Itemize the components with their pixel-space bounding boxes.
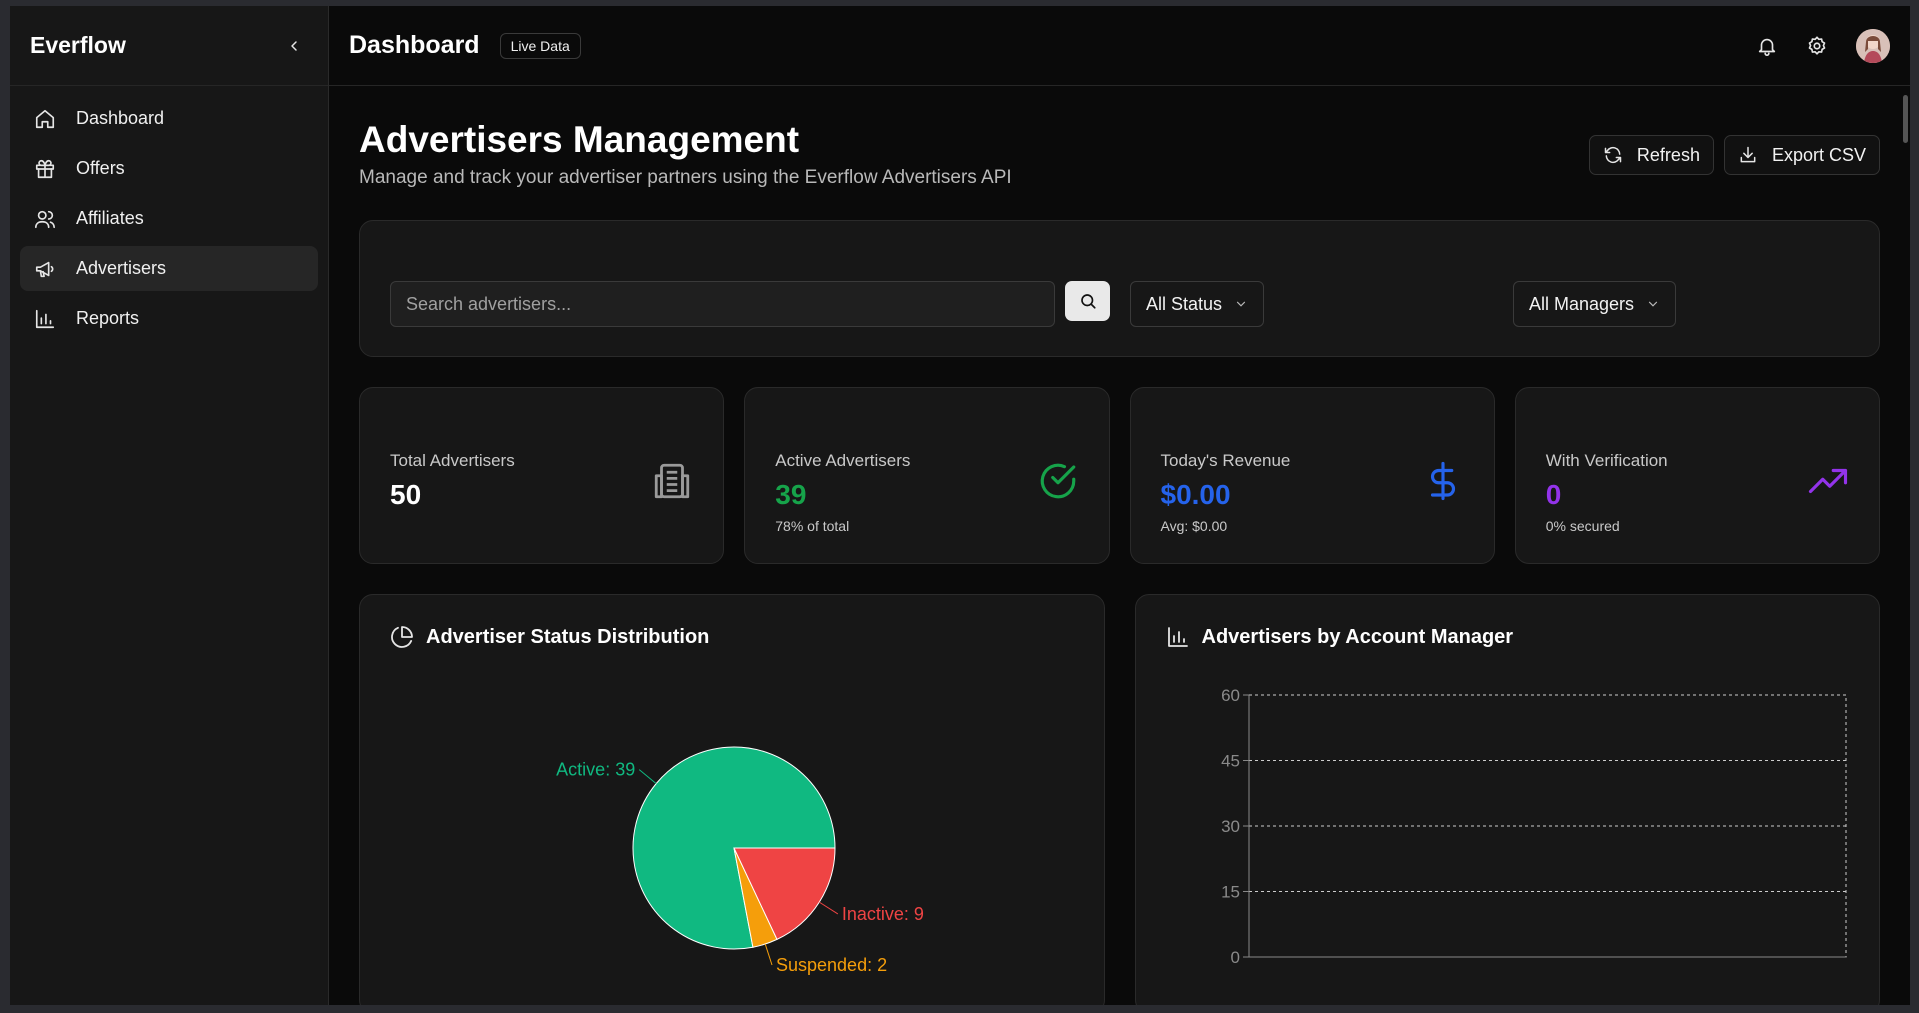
bar-chart: 0 15 30 45 60 (1221, 686, 1846, 967)
stat-value: $0.00 (1160, 479, 1231, 510)
collapse-sidebar-button[interactable] (282, 34, 306, 58)
sidebar-header: Everflow (10, 6, 328, 86)
status-select-value: All Status (1146, 293, 1223, 314)
avatar-image (1856, 28, 1890, 63)
sidebar-item-offers[interactable]: Offers (20, 146, 318, 191)
pie-label: Inactive: 9 (842, 904, 924, 924)
dollar-icon (1430, 461, 1455, 501)
stat-sub: Avg: $0.00 (1160, 518, 1228, 534)
pie-label-line (764, 943, 773, 966)
stat-card-total: Total Advertisers 50 (359, 387, 725, 564)
sidebar-item-advertisers[interactable]: Advertisers (20, 246, 318, 291)
sidebar-item-dashboard[interactable]: Dashboard (20, 96, 318, 141)
building-icon (655, 463, 690, 499)
sidebar-item-label: Affiliates (76, 208, 144, 228)
chevron-down-icon (1236, 301, 1246, 307)
export-label: Export CSV (1771, 144, 1866, 165)
sidebar-item-label: Offers (76, 158, 125, 178)
plot-area-border (1248, 694, 1846, 958)
stat-value: 39 (775, 479, 807, 510)
main-area: Dashboard Live Data Advertisers Manageme… (329, 6, 1910, 1005)
stat-card-revenue: Today's Revenue $0.00 Avg: $0.00 (1129, 387, 1495, 564)
y-tick-label: 30 (1221, 817, 1240, 836)
pie-label: Suspended: 2 (776, 955, 887, 975)
megaphone-icon (35, 261, 54, 277)
y-tick-label: 60 (1221, 686, 1240, 705)
pie-chart-card: Active: 39 Suspended: 2 Inactive: 9 Advert… (359, 594, 1105, 1005)
sidebar-item-affiliates[interactable]: Affiliates (20, 196, 318, 241)
avatar[interactable] (1856, 28, 1890, 63)
settings-button[interactable] (1806, 35, 1828, 57)
search-icon (1080, 294, 1096, 309)
download-icon (1740, 146, 1756, 163)
stat-sub: 78% of total (775, 518, 850, 534)
pie-label: Active: 39 (556, 760, 635, 780)
status-select[interactable]: All Status (1130, 281, 1265, 327)
bar-chart-title: Advertisers by Account Manager (1166, 625, 1514, 649)
charts-row: Active: 39 Suspended: 2 Inactive: 9 Advert… (359, 594, 1880, 1005)
app-window: Everflow Dashboard Offers Affiliates Adv… (10, 6, 1910, 1005)
sidebar-nav: Dashboard Offers Affiliates Advertisers … (10, 86, 328, 356)
stat-label: With Verification (1545, 451, 1668, 470)
users-icon (35, 210, 55, 228)
trending-up-icon (1808, 468, 1848, 494)
stat-card-active: Active Advertisers 39 78% of total (744, 387, 1110, 564)
bar-chart-card: 0 15 30 45 60 Advertisers by Account Manager (1134, 594, 1880, 1005)
bell-icon (1758, 38, 1776, 56)
chevron-left-icon (291, 40, 297, 51)
manager-select[interactable]: All Managers (1513, 281, 1677, 327)
pie-chart-title-text: Advertiser Status Distribution (426, 625, 710, 648)
pie-chart: Active: 39 Suspended: 2 Inactive: 9 (556, 746, 924, 975)
y-tick-label: 0 (1230, 948, 1239, 967)
home-icon (35, 109, 55, 128)
refresh-icon (1604, 146, 1622, 164)
live-data-badge: Live Data (499, 32, 581, 59)
stat-value: 50 (390, 479, 422, 510)
bar-chart-title-text: Advertisers by Account Manager (1201, 625, 1514, 648)
stat-sub: 0% secured (1545, 518, 1620, 534)
sidebar-item-reports[interactable]: Reports (20, 296, 318, 341)
sidebar-item-label: Advertisers (76, 258, 167, 278)
scrollbar[interactable] (1903, 95, 1908, 143)
check-circle-icon (1040, 463, 1075, 499)
refresh-label: Refresh (1636, 144, 1700, 165)
sidebar: Everflow Dashboard Offers Affiliates Adv… (10, 6, 329, 1005)
bar-chart-icon (35, 309, 55, 328)
page-header: Advertisers Management Manage and track … (359, 87, 1880, 220)
refresh-button[interactable]: Refresh (1588, 135, 1714, 175)
sidebar-item-label: Reports (76, 308, 140, 328)
y-tick-label: 15 (1221, 883, 1240, 902)
export-csv-button[interactable]: Export CSV (1723, 135, 1880, 175)
topbar: Dashboard Live Data (329, 6, 1910, 86)
filters-card: All Status All Managers (359, 220, 1880, 357)
pie-label-line (638, 769, 657, 785)
stat-label: Active Advertisers (775, 451, 911, 470)
stat-card-verification: With Verification 0 0% secured (1514, 387, 1880, 564)
topbar-title: Dashboard (349, 31, 480, 59)
stat-label: Total Advertisers (390, 451, 515, 470)
content: Advertisers Management Manage and track … (329, 87, 1910, 1005)
pie-chart-icon (391, 626, 413, 648)
pie-chart-title: Advertiser Status Distribution (390, 625, 709, 649)
stat-value: 0 (1545, 479, 1562, 510)
notifications-button[interactable] (1756, 35, 1778, 57)
manager-select-value: All Managers (1529, 293, 1635, 314)
brand-logo: Everflow (30, 32, 126, 58)
stat-label: Today's Revenue (1160, 451, 1291, 470)
gear-icon (1808, 35, 1826, 55)
sidebar-item-label: Dashboard (76, 108, 165, 128)
y-tick-label: 45 (1221, 752, 1240, 771)
stats-row: Total Advertisers 50 Active Advertisers … (359, 387, 1880, 564)
topbar-actions (1756, 28, 1890, 63)
page-actions: Refresh Export CSV (1588, 135, 1880, 175)
search-input[interactable] (390, 281, 1055, 327)
bar-chart-icon (1167, 627, 1188, 647)
pie-label-line (819, 901, 839, 915)
search-button[interactable] (1065, 281, 1110, 321)
chevron-down-icon (1648, 301, 1658, 307)
gift-icon (35, 159, 55, 178)
